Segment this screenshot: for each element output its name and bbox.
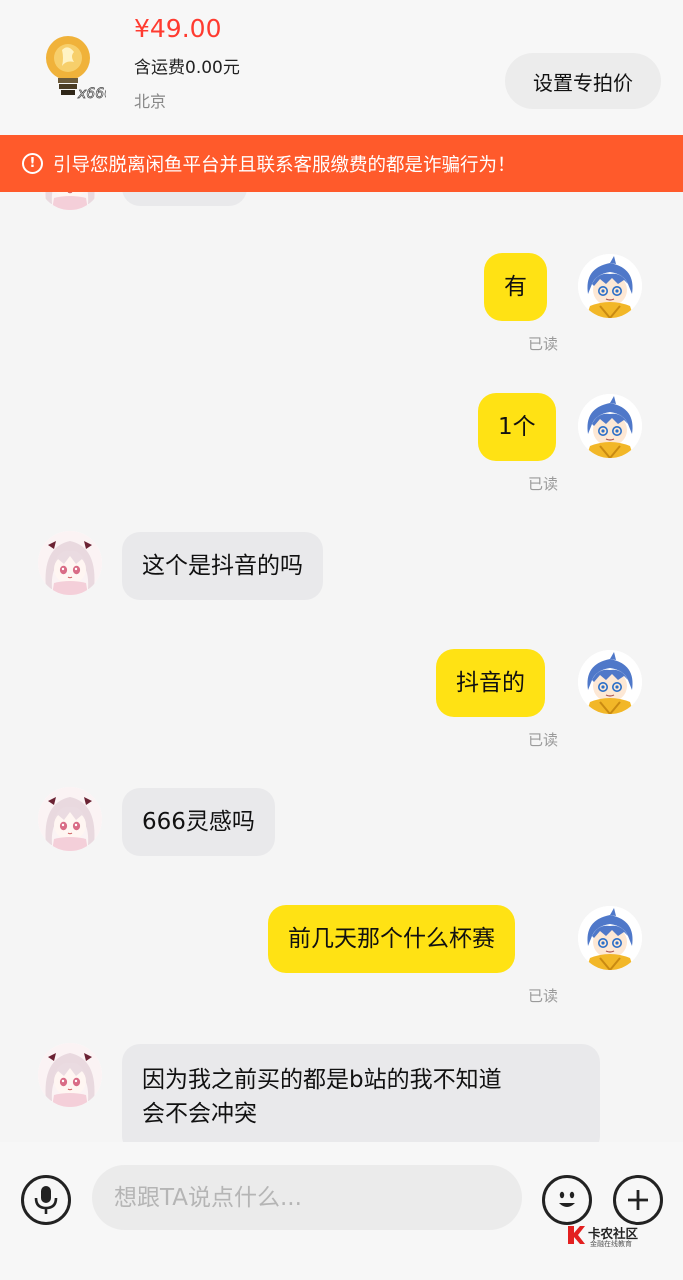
product-header: x666 ¥49.00 含运费0.00元 北京 设置专拍价	[0, 0, 683, 135]
other-avatar[interactable]	[38, 531, 102, 595]
watermark-logo: 卡农社区 金融在线教育	[566, 1222, 676, 1252]
read-status: 已读	[528, 731, 559, 749]
message-text: 666灵感吗	[142, 809, 255, 835]
read-status: 已读	[528, 335, 559, 353]
lightbulb-icon: x666	[46, 36, 113, 102]
product-image[interactable]: x666	[34, 30, 113, 102]
microphone-icon	[34, 1186, 58, 1214]
my-avatar[interactable]	[578, 394, 642, 458]
kanong-logo-icon	[568, 1226, 585, 1244]
message-bubble[interactable]: 前几天那个什么杯赛	[268, 905, 515, 973]
other-avatar[interactable]	[38, 787, 102, 851]
message-bubble[interactable]: 因为我之前买的都是b站的我不知道 会不会冲突	[122, 1044, 600, 1142]
other-avatar[interactable]	[38, 1043, 102, 1107]
message-bubble-partial	[122, 192, 247, 206]
avatar-partial	[38, 192, 102, 210]
smiley-icon	[559, 1191, 575, 1207]
read-status: 已读	[528, 987, 559, 1005]
my-avatar[interactable]	[578, 254, 642, 318]
message-bubble[interactable]: 这个是抖音的吗	[122, 532, 323, 600]
seller-location: 北京	[134, 92, 167, 111]
shipping-fee: 含运费0.00元	[134, 58, 240, 78]
watermark-subtitle: 金融在线教育	[590, 1240, 632, 1248]
product-price: ¥49.00	[134, 14, 222, 43]
message-text: 这个是抖音的吗	[142, 553, 303, 579]
chat-message-list[interactable]: 有 已读 1个 已读 这个是抖音的吗 抖音的 已读 666灵感吗 前几天那个什么…	[0, 192, 683, 1142]
message-bubble[interactable]: 1个	[478, 393, 556, 461]
my-avatar[interactable]	[578, 906, 642, 970]
message-input-bar	[0, 1142, 683, 1280]
my-avatar[interactable]	[578, 650, 642, 714]
message-text: 有	[504, 274, 527, 300]
more-options-button[interactable]	[613, 1175, 663, 1225]
message-input[interactable]	[92, 1165, 522, 1230]
alert-circle-icon: !	[22, 153, 43, 174]
plus-icon	[628, 1190, 648, 1210]
voice-input-button[interactable]	[21, 1175, 71, 1225]
message-bubble[interactable]: 有	[484, 253, 547, 321]
read-status: 已读	[528, 475, 559, 493]
message-bubble[interactable]: 666灵感吗	[122, 788, 275, 856]
message-text-line: 因为我之前买的都是b站的我不知道	[142, 1067, 502, 1093]
warning-text: 引导您脱离闲鱼平台并且联系客服缴费的都是诈骗行为！	[53, 154, 516, 176]
message-text-line: 会不会冲突	[142, 1101, 257, 1127]
message-bubble[interactable]: 抖音的	[436, 649, 545, 717]
message-text: 前几天那个什么杯赛	[288, 926, 495, 952]
message-text: 抖音的	[456, 670, 525, 696]
message-text: 1个	[498, 414, 536, 440]
set-special-price-button[interactable]: 设置专拍价	[505, 53, 661, 109]
fraud-warning-banner: ! 引导您脱离闲鱼平台并且联系客服缴费的都是诈骗行为！	[0, 135, 683, 192]
emoji-button[interactable]	[542, 1175, 592, 1225]
svg-text:x666: x666	[77, 86, 106, 102]
